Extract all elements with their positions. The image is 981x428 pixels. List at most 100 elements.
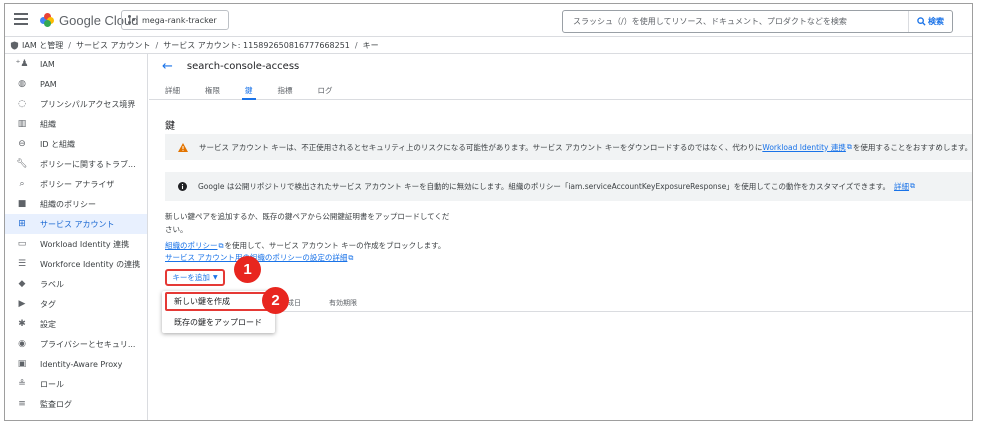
warning-text: サービス アカウント キーは、不正使用されるとセキュリティ上のリスクになる可能性… bbox=[199, 142, 763, 152]
roles-icon: ≗ bbox=[18, 379, 26, 389]
policy-text: を使用して、サービス アカウント キーの作成をブロックします。 bbox=[224, 241, 446, 250]
page-header: ← search-console-access bbox=[149, 54, 972, 78]
id-icon: ⊖ bbox=[18, 139, 26, 149]
sidebar-item-iam[interactable]: ⁺♟ IAM bbox=[5, 54, 147, 74]
external-link-icon: ⧉ bbox=[348, 254, 354, 262]
external-link-icon: ⧉ bbox=[218, 242, 224, 250]
boundary-icon: ◌ bbox=[18, 99, 26, 109]
tag-icon: ▶ bbox=[18, 299, 26, 309]
tab-metrics[interactable]: 指標 bbox=[278, 80, 293, 99]
annotation-badge-1: 1 bbox=[234, 256, 261, 283]
breadcrumb-item[interactable]: サービス アカウント bbox=[76, 40, 151, 51]
column-expiry: 有効期限 bbox=[329, 298, 357, 307]
sidebar-item-label: サービス アカウント bbox=[40, 219, 115, 229]
menu-item-upload-existing-key[interactable]: 既存の鍵をアップロード bbox=[162, 312, 275, 333]
sidebar-item-label: ラベル bbox=[40, 279, 64, 289]
add-key-label: キーを追加 bbox=[172, 273, 210, 282]
sidebar-item-label: ID と組織 bbox=[40, 139, 76, 149]
sidebar-item-workload-identity[interactable]: ▭ Workload Identity 連携 bbox=[5, 234, 147, 254]
org-icon: ▥ bbox=[17, 119, 27, 129]
learn-more-link[interactable]: 詳細 bbox=[894, 181, 909, 192]
sidebar-item-label: IAM bbox=[40, 59, 55, 69]
breadcrumb: IAM と管理 / サービス アカウント / サービス アカウント: 11589… bbox=[5, 37, 972, 54]
service-account-icon: ⊞ bbox=[18, 219, 26, 229]
person-add-icon: ⁺♟ bbox=[15, 59, 29, 69]
sidebar-item-label: 設定 bbox=[40, 319, 56, 329]
search-icon bbox=[917, 17, 926, 26]
sidebar-item-org-policies[interactable]: ■ 組織のポリシー bbox=[5, 194, 147, 214]
sidebar-item-service-accounts[interactable]: ⊞ サービス アカウント bbox=[5, 214, 147, 234]
label-icon: ◆ bbox=[18, 279, 26, 289]
tab-keys[interactable]: 鍵 bbox=[242, 80, 255, 100]
tab-bar: 詳細 権限 鍵 指標 ログ bbox=[149, 80, 972, 100]
project-name: mega-rank-tracker bbox=[142, 15, 217, 25]
back-arrow-icon[interactable]: ← bbox=[162, 60, 173, 73]
add-key-button[interactable]: キーを追加 ▼ bbox=[165, 269, 225, 286]
sidebar-item-workforce-identity[interactable]: ☰ Workforce Identity の連携 bbox=[5, 254, 147, 274]
breadcrumb-separator: / bbox=[68, 40, 71, 50]
sidebar-item-settings[interactable]: ✱ 設定 bbox=[5, 314, 147, 334]
sidebar-item-label: タグ bbox=[40, 299, 56, 309]
sidebar-item-audit-logs[interactable]: ≡ 監査ログ bbox=[5, 394, 147, 414]
sidebar-item-label: ロール bbox=[40, 379, 64, 389]
tab-permissions[interactable]: 権限 bbox=[205, 80, 220, 99]
tab-details[interactable]: 詳細 bbox=[165, 80, 180, 99]
breadcrumb-item[interactable]: IAM と管理 bbox=[22, 40, 63, 51]
breadcrumb-item[interactable]: サービス アカウント: 115892650816777668251 bbox=[163, 40, 350, 51]
iap-icon: ▣ bbox=[17, 359, 27, 369]
warning-icon bbox=[178, 142, 188, 152]
search-bar: 検索 bbox=[562, 10, 953, 33]
dropdown-caret-icon: ▼ bbox=[212, 274, 218, 281]
audit-log-icon: ≡ bbox=[18, 399, 26, 409]
tab-logs[interactable]: ログ bbox=[318, 80, 333, 99]
shield-icon bbox=[10, 40, 19, 50]
sidebar-item-identity-org[interactable]: ⊖ ID と組織 bbox=[5, 134, 147, 154]
info-text: Google は公開リポジトリで検出されたサービス アカウント キーを自動的に無… bbox=[198, 182, 891, 191]
wrench-icon: 🔧︎ bbox=[16, 159, 28, 169]
sidebar-item-label: Identity-Aware Proxy bbox=[40, 359, 123, 369]
page-title: search-console-access bbox=[186, 60, 300, 72]
app-window: Google Cloud mega-rank-tracker 検索 IAM と管… bbox=[4, 3, 973, 421]
menu-icon[interactable] bbox=[14, 13, 28, 25]
sidebar-item-label: PAM bbox=[40, 79, 57, 89]
sidebar-item-pam[interactable]: ◍ PAM bbox=[5, 74, 147, 94]
breadcrumb-item: キー bbox=[362, 40, 379, 50]
breadcrumb-separator: / bbox=[354, 40, 358, 50]
sidebar-item-organizations[interactable]: ▥ 組織 bbox=[5, 114, 147, 134]
sidebar-item-iap[interactable]: ▣ Identity-Aware Proxy bbox=[5, 354, 147, 374]
policy-icon: ■ bbox=[17, 199, 27, 209]
warning-text-end: を使用することをおすすめします。Google Clo bbox=[852, 142, 973, 152]
settings-icon: ✱ bbox=[18, 319, 26, 329]
sidebar-item-label: ポリシー アナライザ bbox=[40, 179, 115, 189]
project-selector[interactable]: mega-rank-tracker bbox=[121, 10, 229, 30]
search-button[interactable]: 検索 bbox=[908, 11, 952, 32]
sidebar: ⁺♟ IAM ◍ PAM ◌ プリンシパルアクセス境界 ▥ 組織 ⊖ ID と組織 🔧︎ ポ… bbox=[5, 54, 148, 420]
org-policy-link[interactable]: 組織のポリシー bbox=[165, 241, 218, 250]
sidebar-item-label: ポリシーに関するトラブ... bbox=[40, 159, 136, 169]
sidebar-item-label: 監査ログ bbox=[40, 399, 72, 409]
external-link-icon: ⧉ bbox=[910, 182, 916, 190]
sidebar-item-labels[interactable]: ◆ ラベル bbox=[5, 274, 147, 294]
sidebar-item-privacy-security[interactable]: ◉ プライバシーとセキュリ... bbox=[5, 334, 147, 354]
section-title: 鍵 bbox=[165, 121, 175, 132]
menu-item-create-new-key[interactable]: 新しい鍵を作成 bbox=[164, 291, 273, 312]
project-dots-icon bbox=[128, 15, 138, 25]
top-bar: Google Cloud mega-rank-tracker 検索 bbox=[5, 4, 972, 37]
sidebar-item-label: 組織 bbox=[40, 119, 56, 129]
warning-banner: サービス アカウント キーは、不正使用されるとセキュリティ上のリスクになる可能性… bbox=[165, 134, 973, 160]
search-input[interactable] bbox=[563, 11, 908, 32]
workload-icon: ▭ bbox=[17, 239, 27, 249]
keys-description: 新しい鍵ペアを追加するか、既存の鍵ペアから公開鍵証明書をアップロードしてください… bbox=[165, 212, 450, 234]
external-link-icon: ⧉ bbox=[846, 142, 852, 151]
sidebar-item-principal-access-boundary[interactable]: ◌ プリンシパルアクセス境界 bbox=[5, 94, 147, 114]
search-button-label: 検索 bbox=[928, 17, 944, 26]
sidebar-item-tags[interactable]: ▶ タグ bbox=[5, 294, 147, 314]
cloud-logo-icon bbox=[40, 13, 54, 27]
analyzer-icon: ⌕ bbox=[19, 179, 25, 189]
sidebar-item-policy-analyzer[interactable]: ⌕ ポリシー アナライザ bbox=[5, 174, 147, 194]
sidebar-item-policy-troubleshooter[interactable]: 🔧︎ ポリシーに関するトラブ... bbox=[5, 154, 147, 174]
privacy-icon: ◉ bbox=[18, 339, 26, 349]
workload-identity-link[interactable]: Workload Identity 連携 bbox=[762, 142, 846, 153]
shield-clock-icon: ◍ bbox=[18, 79, 26, 89]
sidebar-item-roles[interactable]: ≗ ロール bbox=[5, 374, 147, 394]
